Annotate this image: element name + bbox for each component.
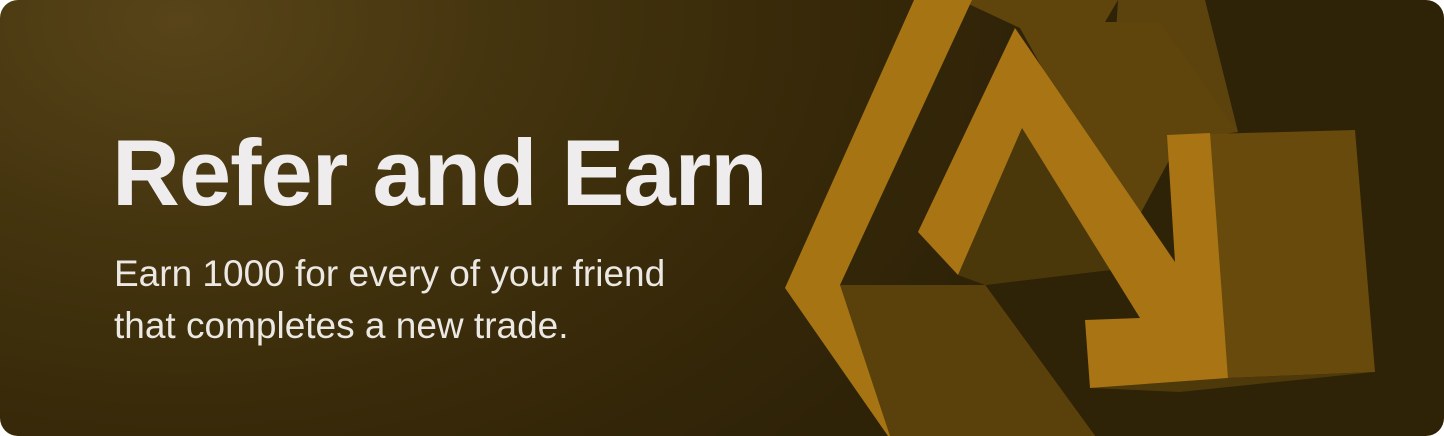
refer-and-earn-banner[interactable]: Refer and Earn Earn 1000 for every of yo… (0, 0, 1444, 436)
right-box-shape (1208, 130, 1375, 378)
banner-title: Refer and Earn (112, 120, 768, 225)
banner-subtitle: Earn 1000 for every of your friend that … (114, 248, 814, 352)
banner-subtitle-line-1: Earn 1000 for every of your friend (114, 253, 666, 294)
banner-subtitle-line-2: that completes a new trade. (114, 305, 569, 346)
